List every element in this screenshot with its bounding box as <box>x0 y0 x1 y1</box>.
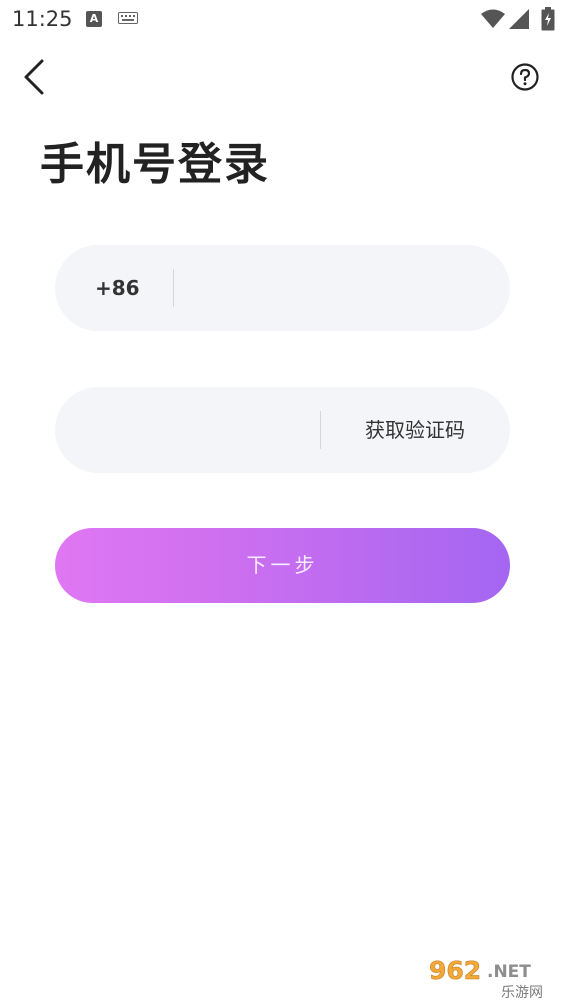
status-time: 11:25 <box>12 7 73 31</box>
accessibility-a-icon: A <box>86 11 102 27</box>
field-divider <box>320 411 321 449</box>
back-button[interactable] <box>18 56 54 98</box>
verification-code-field: 获取验证码 <box>55 387 510 473</box>
svg-text:962: 962 <box>429 956 481 985</box>
keyboard-icon <box>118 12 138 24</box>
page-title: 手机号登录 <box>40 139 270 190</box>
svg-text:.NET: .NET <box>487 962 531 982</box>
verification-code-input[interactable] <box>83 387 308 473</box>
wifi-icon <box>481 9 505 28</box>
svg-text:乐游网: 乐游网 <box>501 985 543 1000</box>
signal-icon <box>509 9 529 29</box>
get-code-button[interactable]: 获取验证码 <box>340 387 490 473</box>
phone-field: +86 <box>55 245 510 331</box>
battery-icon <box>541 7 555 31</box>
help-button[interactable] <box>510 62 540 92</box>
field-divider <box>173 269 174 307</box>
country-code-selector[interactable]: +86 <box>95 245 140 331</box>
status-bar: 11:25 A <box>0 0 565 40</box>
next-button[interactable]: 下一步 <box>55 528 510 603</box>
login-screen: 11:25 A 手机号登录 +86 获取验证码 下一步 962 .NET 乐游网 <box>0 0 565 1004</box>
watermark-logo: 962 .NET 乐游网 <box>425 952 563 1000</box>
phone-input[interactable] <box>190 245 490 331</box>
help-circle-icon <box>511 63 539 91</box>
chevron-left-icon <box>24 59 44 95</box>
